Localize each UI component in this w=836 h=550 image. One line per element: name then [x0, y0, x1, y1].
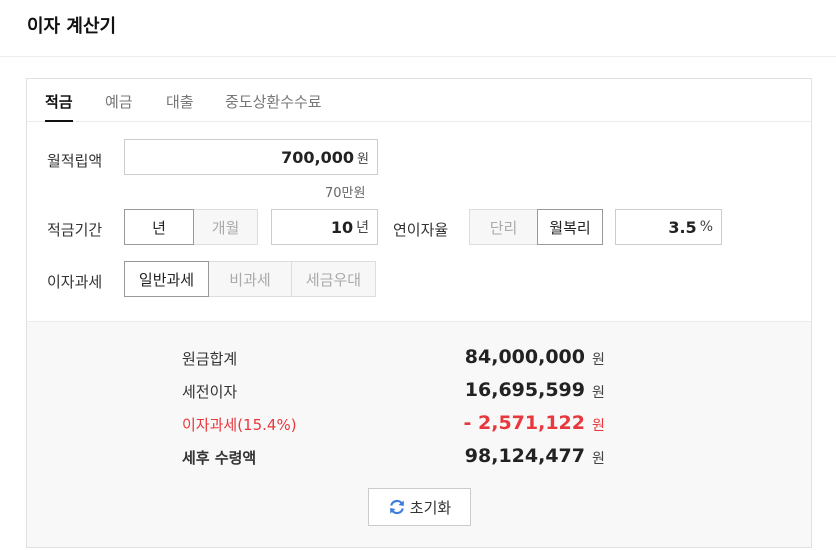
rate-unit: % — [699, 219, 713, 235]
period-input[interactable]: 10 년 — [271, 209, 378, 245]
rate-compound-toggle[interactable]: 월복리 — [537, 209, 603, 245]
reset-button[interactable]: 초기화 — [368, 488, 471, 526]
net-amount-value: 98,124,477 — [464, 445, 585, 467]
page-title: 이자 계산기 — [27, 16, 117, 37]
reset-label: 초기화 — [409, 498, 452, 517]
net-amount-label: 세후 수령액 — [182, 449, 257, 467]
calculator-panel: 적금 예금 대출 중도상환수수료 월적립액 700,000 원 70만원 적금기… — [26, 78, 812, 548]
tax-label: 이자과세 — [47, 273, 103, 291]
monthly-deposit-hint: 70만원 — [325, 186, 366, 201]
rate-simple-toggle[interactable]: 단리 — [469, 209, 538, 245]
tab-installment-savings[interactable]: 적금 — [45, 91, 73, 122]
tab-bar: 적금 예금 대출 중도상환수수료 — [27, 79, 811, 122]
pretax-interest-value: 16,695,599 — [464, 379, 585, 401]
refresh-icon — [389, 499, 404, 515]
pretax-interest-unit: 원 — [592, 385, 605, 401]
rate-value: 3.5 — [668, 217, 697, 237]
principal-label: 원금합계 — [182, 350, 238, 368]
period-month-toggle[interactable]: 개월 — [193, 209, 258, 245]
period-label: 적금기간 — [47, 221, 103, 239]
period-unit: 년 — [356, 220, 369, 236]
tax-preferential-toggle[interactable]: 세금우대 — [291, 261, 376, 297]
rate-input[interactable]: 3.5 % — [615, 209, 722, 245]
period-year-toggle[interactable]: 년 — [124, 209, 194, 245]
rate-label: 연이자율 — [393, 221, 449, 239]
tab-deposit[interactable]: 예금 — [105, 91, 133, 122]
tax-exempt-toggle[interactable]: 비과세 — [208, 261, 292, 297]
tab-loan[interactable]: 대출 — [166, 91, 194, 122]
monthly-deposit-unit: 원 — [357, 151, 369, 167]
pretax-interest-label: 세전이자 — [182, 383, 238, 401]
monthly-deposit-label: 월적립액 — [47, 152, 103, 170]
interest-tax-label: 이자과세(15.4%) — [182, 416, 297, 434]
tax-general-toggle[interactable]: 일반과세 — [124, 261, 209, 297]
monthly-deposit-value: 700,000 — [281, 147, 355, 167]
principal-unit: 원 — [592, 352, 605, 368]
header: 이자 계산기 — [0, 0, 836, 57]
net-amount-unit: 원 — [592, 451, 605, 467]
interest-tax-unit: 원 — [592, 418, 605, 434]
interest-tax-value: - 2,571,122 — [463, 412, 585, 434]
monthly-deposit-input[interactable]: 700,000 원 — [124, 139, 378, 175]
period-value: 10 — [330, 217, 354, 237]
principal-value: 84,000,000 — [464, 346, 585, 368]
tab-prepayment-fee[interactable]: 중도상환수수료 — [225, 91, 322, 122]
